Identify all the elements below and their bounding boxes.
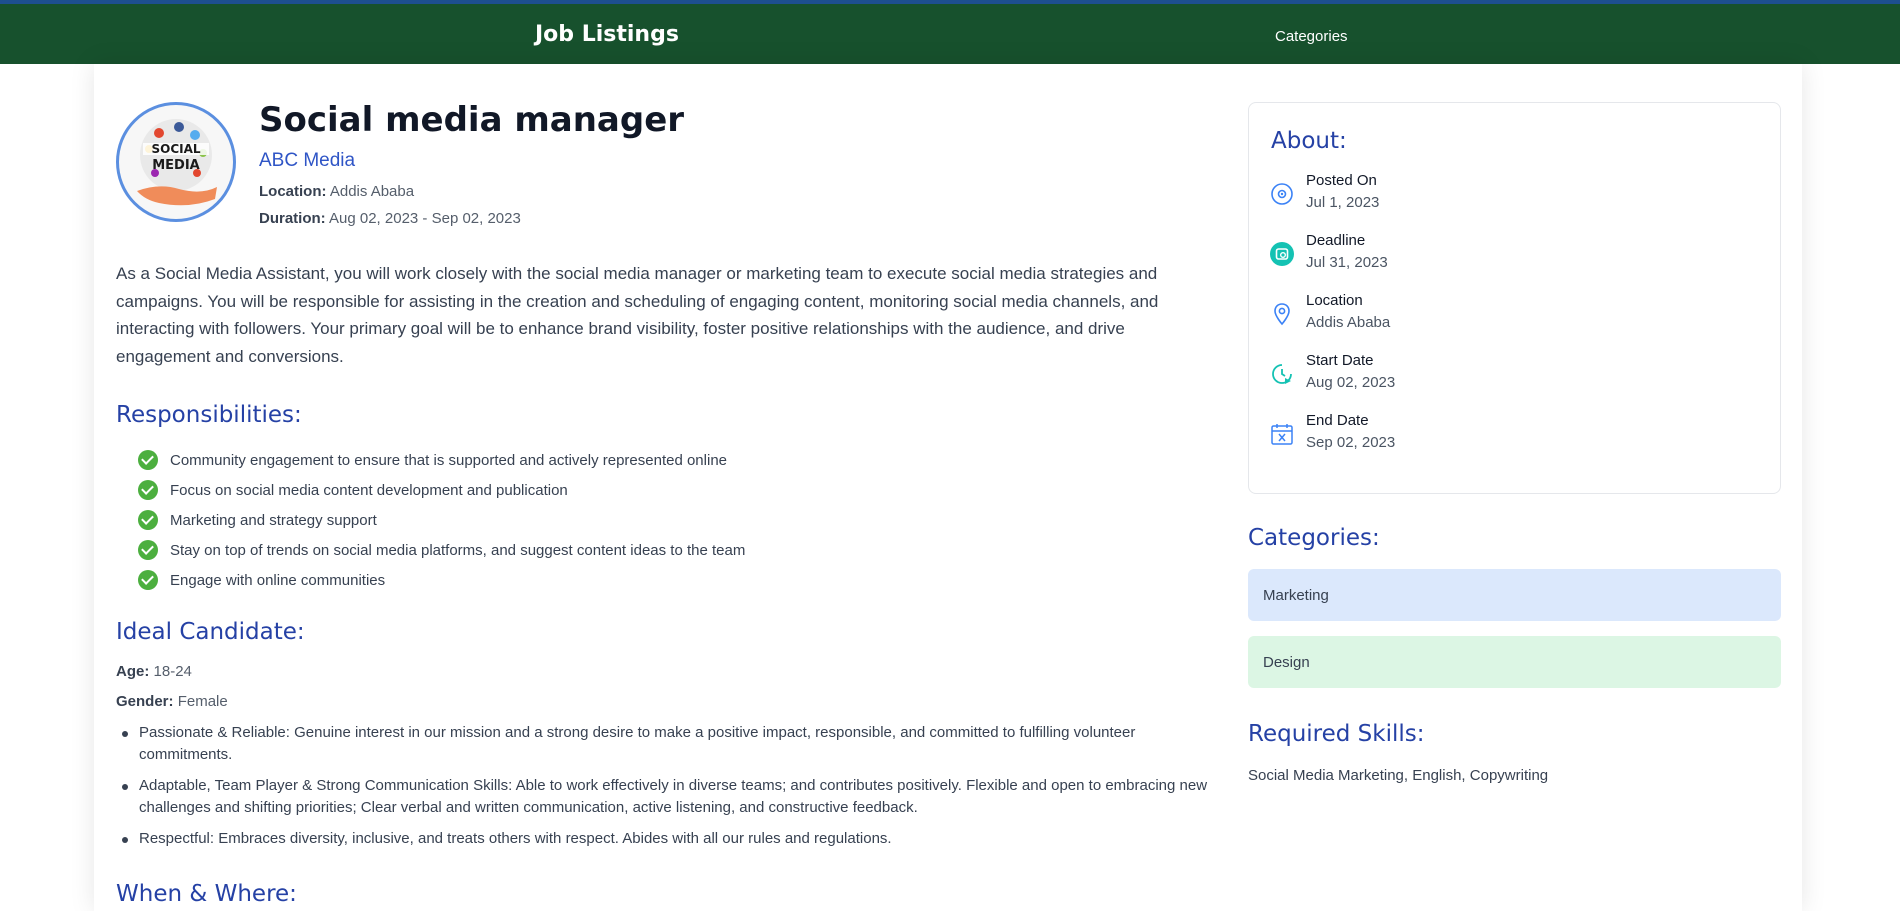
svg-text:SOCIAL: SOCIAL — [151, 142, 200, 156]
responsibility-text: Community engagement to ensure that is s… — [170, 451, 727, 469]
gender-value: Female — [177, 693, 228, 710]
required-skills-heading: Required Skills: — [1248, 721, 1425, 747]
list-item: Stay on top of trends on social media pl… — [138, 535, 745, 565]
company-name[interactable]: ABC Media — [259, 150, 355, 172]
age-value: 18-24 — [153, 663, 192, 680]
check-circle-icon — [138, 450, 158, 470]
nav-categories-link[interactable]: Categories — [1275, 28, 1348, 45]
when-where-heading: When & Where: — [116, 881, 297, 907]
ideal-candidate-traits: Passionate & Reliable: Genuine interest … — [116, 722, 1211, 859]
list-item: Engage with online communities — [138, 565, 745, 595]
location-value: Addis Ababa — [329, 183, 415, 200]
start-date-icon — [1272, 364, 1292, 384]
category-chip-design[interactable]: Design — [1248, 636, 1781, 688]
required-skills-text: Social Media Marketing, English, Copywri… — [1248, 767, 1549, 784]
duration-value: Aug 02, 2023 - Sep 02, 2023 — [329, 210, 521, 227]
list-item: Respectful: Embraces diversity, inclusiv… — [116, 828, 1211, 850]
location-label: Location: — [259, 183, 327, 200]
social-media-globe-icon: SOCIAL MEDIA — [137, 119, 217, 206]
svg-text:MEDIA: MEDIA — [152, 158, 200, 173]
responsibility-text: Engage with online communities — [170, 571, 386, 589]
categories-heading: Categories: — [1248, 525, 1380, 551]
gender-label: Gender: — [116, 693, 174, 710]
responsibility-text: Stay on top of trends on social media pl… — [170, 541, 746, 559]
ideal-candidate-heading: Ideal Candidate: — [116, 619, 305, 645]
about-value: Sep 02, 2023 — [1306, 434, 1396, 451]
duration-label: Duration: — [259, 210, 326, 227]
responsibility-text: Marketing and strategy support — [170, 511, 377, 529]
about-value: Addis Ababa — [1306, 314, 1391, 331]
company-logo: SOCIAL MEDIA — [116, 102, 236, 222]
about-heading: About: — [1271, 128, 1347, 154]
check-circle-icon — [138, 480, 158, 500]
responsibilities-heading: Responsibilities: — [116, 402, 302, 428]
list-item: Community engagement to ensure that is s… — [138, 445, 745, 475]
responsibilities-list: Community engagement to ensure that is s… — [138, 445, 745, 595]
list-item: Passionate & Reliable: Genuine interest … — [116, 722, 1211, 766]
age-label: Age: — [116, 663, 150, 680]
list-item: Marketing and strategy support — [138, 505, 745, 535]
about-label: Start Date — [1306, 352, 1374, 369]
job-title: Social media manager — [259, 100, 685, 140]
about-value: Jul 1, 2023 — [1306, 194, 1380, 211]
candidate-gender: Gender: Female — [116, 693, 228, 710]
navbar: Job Listings Categories — [0, 4, 1900, 64]
list-item: Adaptable, Team Player & Strong Communic… — [116, 775, 1211, 819]
check-circle-icon — [138, 540, 158, 560]
check-circle-icon — [138, 510, 158, 530]
location-pin-icon — [1274, 303, 1290, 326]
about-label: Deadline — [1306, 232, 1366, 249]
job-location: Location: Addis Ababa — [259, 183, 414, 200]
check-circle-icon — [138, 570, 158, 590]
nav-title[interactable]: Job Listings — [535, 22, 679, 47]
about-label: Posted On — [1306, 172, 1377, 189]
about-value: Aug 02, 2023 — [1306, 374, 1396, 391]
job-description: As a Social Media Assistant, you will wo… — [116, 264, 1159, 366]
job-duration: Duration: Aug 02, 2023 - Sep 02, 2023 — [259, 210, 521, 227]
posted-icon — [1271, 183, 1293, 205]
list-item: Focus on social media content developmen… — [138, 475, 745, 505]
about-label: Location — [1306, 292, 1363, 309]
responsibility-text: Focus on social media content developmen… — [170, 481, 568, 499]
end-date-calendar-icon — [1271, 424, 1293, 445]
about-value: Jul 31, 2023 — [1306, 254, 1388, 271]
about-label: End Date — [1306, 412, 1369, 429]
candidate-age: Age: 18-24 — [116, 663, 192, 680]
category-chip-marketing[interactable]: Marketing — [1248, 569, 1781, 621]
deadline-icon — [1270, 242, 1294, 266]
